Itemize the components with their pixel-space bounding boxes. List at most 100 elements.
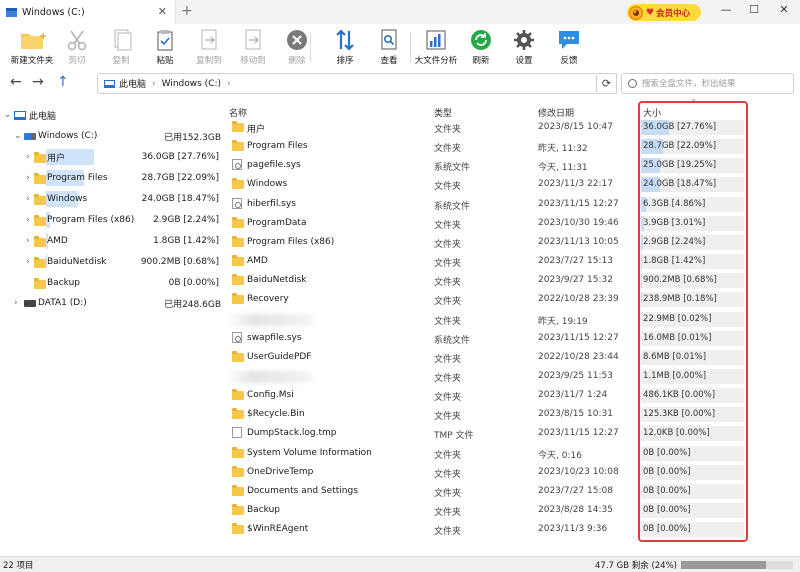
toolbar-label: 刷新 bbox=[472, 56, 490, 66]
size-cell: 8.6MB [0.01%] bbox=[641, 349, 744, 365]
maximize-button[interactable]: ☐ bbox=[746, 3, 762, 16]
file-type: TMP 文件 bbox=[434, 431, 474, 442]
table-row[interactable]: $Recycle.Bin 文件夹 2023/8/15 10:31 125.3KB [0… bbox=[225, 405, 800, 424]
file-size: 22.9MB [0.02%] bbox=[643, 313, 712, 324]
size-cell: 12.0KB [0.00%] bbox=[641, 426, 744, 442]
table-row[interactable]: OneDriveTemp 文件夹 2023/10/23 10:08 0B [0.00%… bbox=[225, 463, 800, 482]
file-name: swapfile.sys bbox=[247, 332, 302, 343]
table-row[interactable]: DumpStack.log.tmp TMP 文件 2023/11/15 12:27 1… bbox=[225, 424, 800, 443]
tab-close-icon[interactable]: ✕ bbox=[158, 5, 167, 18]
gear-button[interactable]: 设置 bbox=[502, 28, 546, 66]
tree-item[interactable]: › BaiduNetdisk 900.2MB [0.68%] bbox=[0, 252, 225, 272]
table-row[interactable]: swapfile.sys 系统文件 2023/11/15 12:27 16.0MB [… bbox=[225, 329, 800, 348]
table-row[interactable]: pagefile.sys 系统文件 今天, 11:31 25.0GB [19.25%] bbox=[225, 156, 800, 175]
tab-windows-c[interactable]: Windows (C:) ✕ bbox=[0, 0, 176, 24]
expand-chevron-icon[interactable]: › bbox=[26, 215, 30, 225]
file-icon bbox=[232, 427, 242, 439]
tree-item-label: Backup bbox=[47, 278, 80, 288]
disk-usage-bar bbox=[681, 561, 793, 569]
file-name: UserGuidePDF bbox=[247, 351, 312, 362]
sort-button[interactable]: 排序 bbox=[323, 28, 367, 66]
folder-icon bbox=[232, 235, 244, 247]
table-row[interactable]: System Volume Information 文件夹 今天, 0:16 0B [… bbox=[225, 444, 800, 463]
forward-button[interactable]: → bbox=[32, 74, 44, 90]
toolbar-label: 删除 bbox=[288, 56, 306, 66]
tree-item-label: 用户 bbox=[47, 153, 66, 164]
tree-item[interactable]: › 用户 36.0GB [27.76%] bbox=[0, 147, 225, 167]
minimize-button[interactable]: — bbox=[718, 3, 734, 16]
new-folder-icon: + bbox=[10, 28, 54, 52]
tree-item[interactable]: › Program Files (x86) 2.9GB [2.24%] bbox=[0, 210, 225, 230]
file-date: 2023/7/27 15:13 bbox=[538, 256, 613, 267]
up-button[interactable]: ↑ bbox=[57, 74, 69, 90]
scissors-button[interactable]: 剪切 bbox=[55, 28, 99, 66]
file-type: 文件夹 bbox=[434, 469, 462, 480]
search-box[interactable] bbox=[621, 73, 794, 94]
folder-icon bbox=[34, 152, 46, 163]
address-refresh-button[interactable]: ⟳ bbox=[597, 73, 617, 94]
table-row[interactable]: ProgramData 文件夹 2023/10/30 19:46 3.9GB [3.0… bbox=[225, 214, 800, 233]
chart-button[interactable]: 大文件分析 bbox=[414, 28, 458, 66]
breadcrumb-chevron-icon[interactable]: › bbox=[152, 79, 156, 89]
tree-item[interactable]: Backup 0B [0.00%] bbox=[0, 273, 225, 293]
file-type: 文件夹 bbox=[434, 412, 462, 423]
expand-chevron-icon[interactable]: › bbox=[26, 173, 30, 183]
expand-chevron-icon[interactable]: › bbox=[26, 194, 30, 204]
table-row[interactable]: 文件夹 2023/9/25 11:53 1.1MB [0.00%] bbox=[225, 367, 800, 386]
table-row[interactable]: $WinREAgent 文件夹 2023/11/3 9:36 0B [0.00%] bbox=[225, 520, 800, 539]
table-row[interactable]: Program Files (x86) 文件夹 2023/11/13 10:05 2.… bbox=[225, 233, 800, 252]
tree-item-drive-d[interactable]: › DATA1 (D:) 已用248.6GB bbox=[0, 293, 225, 313]
file-size: 36.0GB [27.76%] bbox=[643, 122, 717, 132]
breadcrumb-chevron-icon[interactable]: › bbox=[227, 79, 231, 89]
feedback-button[interactable]: 反馈 bbox=[547, 28, 591, 66]
close-button[interactable]: ✕ bbox=[776, 3, 792, 16]
table-row[interactable]: AMD 文件夹 2023/7/27 15:13 1.8GB [1.42%] bbox=[225, 252, 800, 271]
collapse-chevron-icon[interactable]: ⌄ bbox=[4, 110, 12, 120]
size-cell: 3.9GB [3.01%] bbox=[641, 215, 744, 231]
table-row[interactable]: Backup 文件夹 2023/8/28 14:35 0B [0.00%] bbox=[225, 501, 800, 520]
search-input[interactable] bbox=[642, 78, 787, 89]
folder-icon bbox=[232, 350, 244, 362]
vip-center-button[interactable]: ◕ ♥ 会员中心 bbox=[627, 4, 701, 21]
computer-icon bbox=[104, 79, 115, 88]
drive-icon bbox=[6, 7, 17, 17]
table-row[interactable]: 用户 文件夹 2023/8/15 10:47 36.0GB [27.76%] bbox=[225, 118, 800, 137]
address-bar[interactable]: 此电脑 › Windows (C:) › bbox=[97, 73, 597, 94]
table-row[interactable]: UserGuidePDF 文件夹 2022/10/28 23:44 8.6MB [0.… bbox=[225, 348, 800, 367]
view-button[interactable]: 查看 bbox=[367, 28, 411, 66]
collapse-chevron-icon[interactable]: ⌄ bbox=[14, 131, 22, 141]
table-row[interactable]: hiberfil.sys 系统文件 2023/11/15 12:27 6.3GB [4… bbox=[225, 195, 800, 214]
expand-chevron-icon[interactable]: › bbox=[26, 257, 30, 267]
table-row[interactable]: 文件夹 昨天, 19:19 22.9MB [0.02%] bbox=[225, 310, 800, 329]
expand-chevron-icon[interactable]: › bbox=[26, 236, 30, 246]
table-row[interactable]: Config.Msi 文件夹 2023/11/7 1:24 486.1KB [0.00… bbox=[225, 386, 800, 405]
refresh-button[interactable]: 刷新 bbox=[459, 28, 503, 66]
tree-item[interactable]: › Program Files 28.7GB [22.09%] bbox=[0, 168, 225, 188]
size-cell: 25.0GB [19.25%] bbox=[641, 158, 744, 174]
back-button[interactable]: ← bbox=[10, 74, 22, 90]
copy-button[interactable]: 复制 bbox=[99, 28, 143, 66]
table-row[interactable]: BaiduNetdisk 文件夹 2023/9/27 15:32 900.2MB [0… bbox=[225, 271, 800, 290]
folder-icon bbox=[232, 255, 244, 267]
table-row[interactable]: Program Files 文件夹 昨天, 11:32 28.7GB [22.09%] bbox=[225, 137, 800, 156]
file-type: 文件夹 bbox=[434, 450, 462, 461]
tree-item[interactable]: › AMD 1.8GB [1.42%] bbox=[0, 231, 225, 251]
tree-item-this-pc[interactable]: ⌄ 此电脑 bbox=[0, 105, 225, 125]
move-to-button[interactable]: 移动到 bbox=[231, 28, 275, 66]
breadcrumb-drive-c[interactable]: Windows (C:) bbox=[162, 79, 221, 89]
table-row[interactable]: Documents and Settings 文件夹 2023/7/27 15:08… bbox=[225, 482, 800, 501]
expand-chevron-icon[interactable]: › bbox=[26, 152, 30, 162]
breadcrumb-this-pc[interactable]: 此电脑 bbox=[119, 77, 146, 90]
table-row[interactable]: Recovery 文件夹 2022/10/28 23:39 238.9MB [0.18… bbox=[225, 290, 800, 309]
tree-item-drive-c[interactable]: ⌄ Windows (C:) 已用152.3GB bbox=[0, 126, 225, 146]
expand-chevron-icon[interactable]: › bbox=[14, 298, 18, 308]
delete-button[interactable]: 删除 bbox=[275, 28, 319, 66]
paste-button[interactable]: 粘贴 bbox=[143, 28, 187, 66]
tree-item[interactable]: › Windows 24.0GB [18.47%] bbox=[0, 189, 225, 209]
new-tab-button[interactable]: + bbox=[181, 3, 193, 19]
file-type: 文件夹 bbox=[434, 144, 462, 155]
table-row[interactable]: Windows 文件夹 2023/11/3 22:17 24.0GB [18.47%] bbox=[225, 175, 800, 194]
copy-to-button[interactable]: 复制到 bbox=[187, 28, 231, 66]
file-date: 2023/11/13 10:05 bbox=[538, 236, 619, 247]
new-folder-button[interactable]: + 新建文件夹 bbox=[10, 28, 54, 66]
